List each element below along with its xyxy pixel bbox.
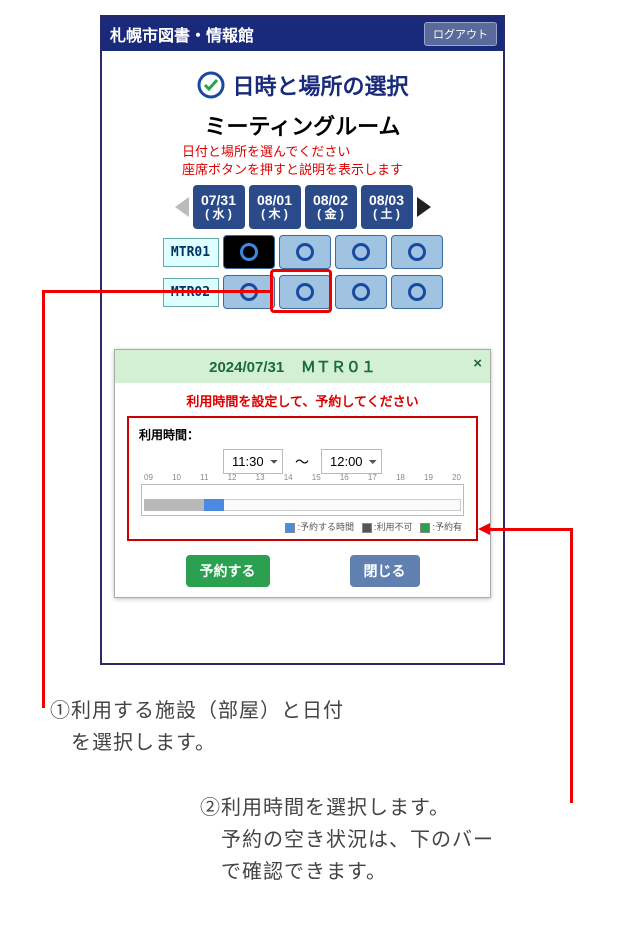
panel-header: 2024/07/31 ＭＴＲ０１ ×: [115, 350, 490, 383]
phone-frame: 札幌市図書・情報館 ログアウト 日時と場所の選択 ミーティングルーム 日付と場所…: [100, 15, 505, 665]
date-cell-3[interactable]: 08/03 ( 土 ): [361, 185, 413, 229]
circle-icon: [296, 283, 314, 301]
slot-mtr02-0801[interactable]: [279, 275, 331, 309]
annotation-line-2v: [570, 528, 573, 803]
caption-2: ②利用時間を選択します。 予約の空き状況は、下のバー で確認できます。: [200, 792, 620, 888]
slot-mtr01-0731[interactable]: [223, 235, 275, 269]
page-heading-text: 日時と場所の選択: [232, 69, 408, 101]
timeline-ticks: 091011121314151617181920: [142, 473, 463, 482]
annotation-arrow-2: [478, 523, 490, 535]
annotation-line-1v: [42, 290, 45, 708]
date-dow: ( 木 ): [249, 208, 301, 221]
room-label-0[interactable]: MTR01: [163, 238, 219, 267]
page-heading: 日時と場所の選択: [102, 69, 503, 101]
annotation-line-2h: [488, 528, 573, 531]
time-box: 利用時間： 11:30 〜 12:00 09101112131415161718…: [127, 416, 478, 541]
panel-room: ＭＴＲ０１: [301, 359, 376, 376]
date-dow: ( 水 ): [193, 208, 245, 221]
logout-button[interactable]: ログアウト: [424, 22, 497, 46]
timeline-legend: :予約する時間 :利用不可 :予約有: [139, 520, 466, 533]
circle-icon: [240, 243, 258, 261]
date-cell-1[interactable]: 08/01 ( 木 ): [249, 185, 301, 229]
date-selector-row: 07/31 ( 水 ) 08/01 ( 木 ) 08/02 ( 金 ) 08/0…: [102, 185, 503, 229]
date-dow: ( 土 ): [361, 208, 413, 221]
slot-mtr01-0803[interactable]: [391, 235, 443, 269]
slot-mtr01-0802[interactable]: [335, 235, 387, 269]
panel-button-row: 予約する 閉じる: [115, 551, 490, 597]
time-selects: 11:30 〜 12:00: [139, 449, 466, 474]
time-label: 利用時間：: [139, 426, 466, 443]
calendar-check-icon: [196, 70, 226, 100]
circle-icon: [296, 243, 314, 261]
annotation-line-1h: [42, 290, 270, 293]
close-button[interactable]: 閉じる: [350, 555, 420, 587]
availability-grid: MTR01 MTR02: [102, 235, 503, 309]
end-time-select[interactable]: 12:00: [321, 449, 382, 474]
panel-close-x[interactable]: ×: [473, 356, 482, 371]
timeline-unavailable: [144, 499, 204, 511]
top-bar: 札幌市図書・情報館 ログアウト: [102, 17, 503, 51]
panel-hint: 利用時間を設定して、予約してください: [115, 383, 490, 416]
app-title: 札幌市図書・情報館: [110, 22, 254, 46]
timeline-bar: 091011121314151617181920: [141, 484, 464, 516]
circle-icon: [408, 283, 426, 301]
slot-mtr01-0801[interactable]: [279, 235, 331, 269]
tilde: 〜: [295, 452, 309, 472]
date-dow: ( 金 ): [305, 208, 357, 221]
date-cell-2[interactable]: 08/02 ( 金 ): [305, 185, 357, 229]
caption-1: ①利用する施設（部屋）と日付 を選択します。: [50, 695, 480, 759]
prev-dates-button[interactable]: [175, 197, 189, 217]
start-time-select[interactable]: 11:30: [223, 449, 283, 474]
next-dates-button[interactable]: [417, 197, 431, 217]
timeline-selected: [204, 499, 224, 511]
time-select-panel: 2024/07/31 ＭＴＲ０１ × 利用時間を設定して、予約してください 利用…: [114, 349, 491, 598]
date-cell-0[interactable]: 07/31 ( 水 ): [193, 185, 245, 229]
reserve-button[interactable]: 予約する: [186, 555, 270, 587]
hint-line-2: 座席ボタンを押すと説明を表示します: [182, 161, 503, 179]
slot-mtr02-0803[interactable]: [391, 275, 443, 309]
panel-date: 2024/07/31: [209, 359, 284, 376]
slot-mtr02-0802[interactable]: [335, 275, 387, 309]
hint-line-1: 日付と場所を選んでください: [182, 143, 503, 161]
circle-icon: [352, 243, 370, 261]
section-title: ミーティングルーム: [102, 109, 503, 141]
circle-icon: [408, 243, 426, 261]
circle-icon: [352, 283, 370, 301]
